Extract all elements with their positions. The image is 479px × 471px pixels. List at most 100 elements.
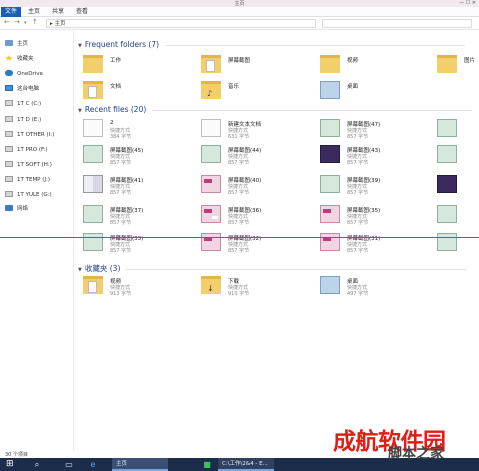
file-item[interactable]	[437, 143, 477, 173]
computer-icon	[5, 85, 13, 91]
sidebar-item-onedrive[interactable]: OneDrive	[5, 69, 43, 79]
sidebar-item-this-pc[interactable]: 这台电脑	[5, 84, 39, 94]
sidebar-item-drive-g[interactable]: 1T YULE (G:)	[5, 190, 52, 200]
video-folder-icon	[320, 55, 340, 73]
address-path[interactable]: ▸ 主页	[46, 19, 316, 28]
sidebar-item-favorites[interactable]: 收藏夹	[5, 54, 34, 64]
recent-files-header[interactable]: ▼ Recent files (20)	[78, 105, 473, 114]
file-item[interactable]: 屏幕截图(37) 快捷方式 857 字节	[83, 203, 193, 233]
file-item[interactable]: 屏幕截图(44) 快捷方式 857 字节	[201, 143, 311, 173]
folder-icon	[201, 55, 221, 73]
favorite-item[interactable]: 视频 快捷方式 913 字节	[83, 274, 193, 304]
tab-view[interactable]: 查看	[72, 7, 92, 17]
tab-home[interactable]: 主页	[24, 7, 44, 17]
image-thumbnail	[320, 145, 340, 163]
documents-folder-icon	[83, 81, 103, 99]
file-item[interactable]	[437, 203, 477, 233]
file-item[interactable]: 屏幕截图(32) 快捷方式 857 字节	[201, 231, 311, 261]
image-thumbnail	[201, 175, 221, 193]
sidebar-item-drive-j[interactable]: 1T TEMP (J:)	[5, 175, 50, 185]
search-input[interactable]	[322, 19, 472, 28]
downloads-folder-icon: ↓	[201, 276, 221, 294]
home-icon	[5, 40, 13, 46]
image-thumbnail	[437, 233, 457, 251]
search-icon[interactable]: ⌕	[30, 458, 44, 471]
video-folder-icon	[83, 276, 103, 294]
folder-item[interactable]: 图片	[437, 53, 477, 83]
image-thumbnail	[201, 205, 221, 223]
image-thumbnail	[83, 145, 103, 163]
image-thumbnail	[320, 205, 340, 223]
image-thumbnail	[201, 233, 221, 251]
drive-icon	[5, 131, 13, 137]
file-item[interactable]	[437, 231, 477, 261]
taskbar-app-explorer[interactable]: 主页	[112, 458, 168, 471]
file-item[interactable]: 屏幕截图(35) 快捷方式 857 字节	[320, 203, 430, 233]
file-icon	[83, 119, 103, 137]
file-item[interactable]: 屏幕截图(33) 快捷方式 857 字节	[83, 231, 193, 261]
pictures-folder-icon	[437, 55, 457, 73]
taskbar-app-folder[interactable]: C:\工作\2&4 - E...	[218, 458, 274, 471]
favorite-item[interactable]: 桌面 快捷方式 497 字节	[320, 274, 430, 304]
sidebar-item-network[interactable]: 网络	[5, 204, 28, 214]
address-bar: ← → ▾ ↑ ▸ 主页	[0, 17, 479, 30]
file-item[interactable]: 屏幕截图(36) 快捷方式 857 字节	[201, 203, 311, 233]
favorite-item[interactable]: ↓ 下载 快捷方式 910 字节	[201, 274, 311, 304]
music-folder-icon: ♪	[201, 81, 221, 99]
frequent-folders-header[interactable]: ▼ Frequent folders (7)	[78, 40, 466, 49]
network-icon	[5, 205, 13, 211]
sidebar-item-drive-f[interactable]: 1T PRO (F:)	[5, 145, 48, 155]
item-count: 30 个项目	[5, 452, 28, 458]
image-thumbnail	[320, 233, 340, 251]
excel-icon[interactable]: ■	[200, 458, 214, 471]
desktop-icon	[320, 276, 340, 294]
content-pane: ▼ Frequent folders (7) 工作 屏幕截图 视频 图片 文档 ♪…	[75, 31, 479, 451]
start-icon[interactable]: ⊞	[6, 458, 14, 471]
favorites-header[interactable]: ▼ 收藏夹 (3)	[78, 263, 467, 274]
image-thumbnail	[437, 145, 457, 163]
watermark-sub: 脚本之家	[388, 446, 444, 462]
star-icon	[5, 55, 13, 61]
file-item[interactable]: 屏幕截图(41) 快捷方式 857 字节	[83, 173, 193, 203]
forward-icon[interactable]: →	[14, 18, 20, 26]
image-thumbnail	[320, 175, 340, 193]
file-item[interactable]: 屏幕截图(43) 快捷方式 857 字节	[320, 143, 430, 173]
file-item[interactable]: 屏幕截图(31) 快捷方式 857 字节	[320, 231, 430, 261]
image-thumbnail	[437, 175, 457, 193]
ribbon-tabs: 文件 主页 共享 查看	[0, 7, 479, 17]
sidebar-item-drive-h[interactable]: 1T SOFT (H:)	[5, 160, 52, 170]
file-item[interactable]: 屏幕截图(39) 快捷方式 857 字节	[320, 173, 430, 203]
sidebar-item-drive-i[interactable]: 1T OTHER (I:)	[5, 130, 54, 140]
file-item[interactable]	[437, 173, 477, 203]
back-icon[interactable]: ←	[4, 18, 10, 26]
image-thumbnail	[83, 233, 103, 251]
text-file-icon	[201, 119, 221, 137]
sidebar-item-home[interactable]: 主页	[5, 39, 28, 49]
image-thumbnail	[437, 119, 457, 137]
annotation-line	[0, 237, 479, 238]
folder-icon	[83, 55, 103, 73]
image-thumbnail	[320, 119, 340, 137]
tab-file[interactable]: 文件	[1, 7, 22, 17]
drive-icon	[5, 191, 13, 197]
sidebar-item-drive-c[interactable]: 1T C (C:)	[5, 99, 41, 109]
tab-share[interactable]: 共享	[48, 7, 68, 17]
desktop-icon	[320, 81, 340, 99]
file-item[interactable]: 屏幕截图(40) 快捷方式 857 字节	[201, 173, 311, 203]
drive-icon	[5, 161, 13, 167]
window-controls[interactable]: — ☐ ✕	[459, 0, 476, 6]
drive-icon	[5, 100, 13, 106]
cloud-icon	[5, 70, 13, 76]
title-bar: 主页 — ☐ ✕	[0, 0, 479, 7]
drive-icon	[5, 146, 13, 152]
image-thumbnail	[83, 175, 103, 193]
history-chevron-icon[interactable]: ▾	[24, 20, 27, 26]
browser-icon[interactable]: e	[86, 458, 100, 471]
navigation-pane: 主页 收藏夹 OneDrive 这台电脑 1T C (C:) 1T D (E:)…	[0, 31, 74, 451]
file-item[interactable]: 屏幕截图(45) 快捷方式 857 字节	[83, 143, 193, 173]
image-thumbnail	[201, 145, 221, 163]
task-view-icon[interactable]: ▭	[62, 458, 76, 471]
drive-icon	[5, 116, 13, 122]
up-icon[interactable]: ↑	[32, 18, 38, 26]
sidebar-item-drive-e[interactable]: 1T D (E:)	[5, 115, 41, 125]
